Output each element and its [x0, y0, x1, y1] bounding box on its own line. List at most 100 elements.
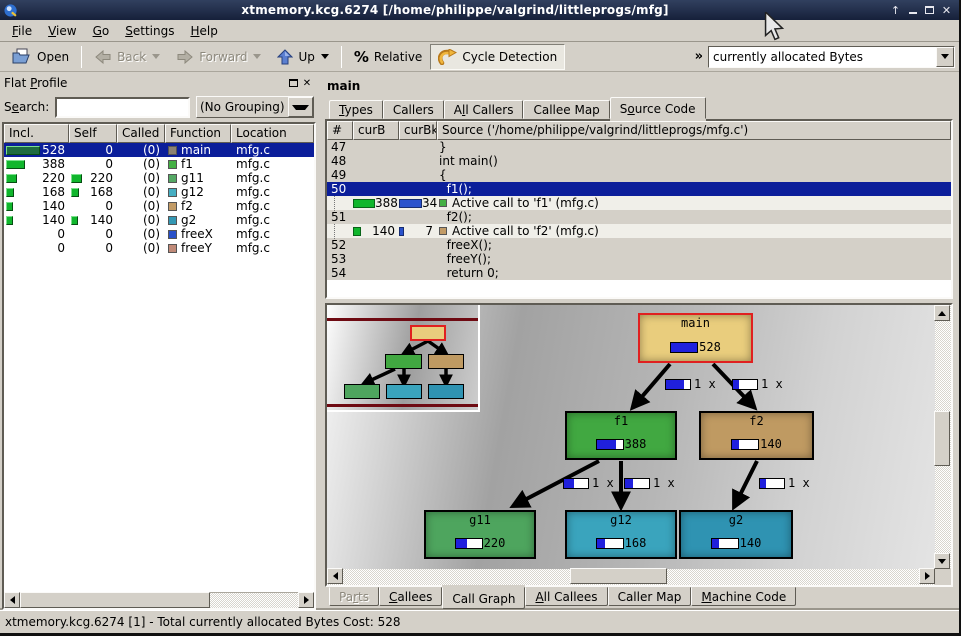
column-header-incl[interactable]: Incl. — [4, 124, 69, 143]
toolbar-overflow-chevron[interactable]: » — [690, 49, 708, 64]
graph-node-g12[interactable]: g12168 — [565, 510, 677, 559]
minimize-button[interactable] — [904, 3, 921, 18]
table-row-g11[interactable]: 220220(0)g11mfg.c — [4, 171, 314, 185]
combobox-arrow-icon[interactable] — [936, 47, 954, 67]
source-column-header[interactable]: curB — [353, 121, 399, 140]
called-value: (0) — [117, 213, 165, 227]
edge-count-text: 1 x — [592, 476, 614, 490]
tab-call-graph[interactable]: Call Graph — [442, 587, 525, 609]
function-color-swatch — [168, 244, 177, 253]
menu-settings[interactable]: Settings — [117, 22, 182, 40]
source-call-row[interactable]: 1407Active call to 'f2' (mfg.c) — [327, 224, 951, 238]
dock-float-button[interactable] — [286, 76, 300, 90]
menu-go[interactable]: Go — [85, 22, 118, 40]
graph-node-g11[interactable]: g11220 — [424, 510, 536, 559]
source-line-53[interactable]: 53 freeY(); — [327, 252, 951, 266]
scroll-down-icon[interactable] — [934, 553, 950, 569]
flat-profile-hscrollbar[interactable] — [4, 592, 314, 608]
event-type-combobox[interactable]: currently allocated Bytes — [708, 46, 955, 68]
tab-types[interactable]: Types — [329, 100, 383, 119]
tab-all-callers[interactable]: All Callers — [444, 100, 524, 119]
node-cost-value: 388 — [625, 437, 647, 451]
column-header-called[interactable]: Called — [117, 124, 165, 143]
table-row-freeX[interactable]: 00(0)freeXmfg.c — [4, 227, 314, 241]
tab-all-callees[interactable]: All Callees — [525, 587, 607, 606]
tab-callee-map[interactable]: Callee Map — [523, 100, 609, 119]
source-line-47[interactable]: 47} — [327, 140, 951, 154]
graph-node-f2[interactable]: f2140 — [699, 411, 814, 460]
menu-file[interactable]: File — [4, 22, 40, 40]
source-call-row[interactable]: 38834Active call to 'f1' (mfg.c) — [327, 196, 951, 210]
edge-cost-bar — [563, 478, 589, 489]
status-text: xtmemory.kcg.6274 [1] - Total currently … — [5, 615, 400, 629]
line-number: 47 — [327, 140, 353, 154]
scroll-right-icon[interactable] — [919, 568, 935, 584]
table-row-g12[interactable]: 168168(0)g12mfg.c — [4, 185, 314, 199]
maximize-button[interactable] — [921, 3, 938, 18]
table-row-f2[interactable]: 1400(0)f2mfg.c — [4, 199, 314, 213]
line-number: 48 — [327, 154, 353, 168]
function-name: f1 — [181, 157, 193, 171]
source-line-48[interactable]: 48int main() — [327, 154, 951, 168]
tab-machine-code[interactable]: Machine Code — [691, 587, 796, 606]
panel-splitter[interactable] — [318, 72, 325, 610]
menu-help[interactable]: Help — [182, 22, 225, 40]
scroll-left-icon[interactable] — [327, 568, 343, 584]
column-header-function[interactable]: Function — [165, 124, 231, 143]
graph-hscrollbar[interactable] — [327, 569, 935, 585]
graph-node-g2[interactable]: g2140 — [679, 510, 793, 559]
grouping-arrow-icon[interactable] — [288, 97, 313, 117]
source-column-header[interactable]: # — [327, 121, 353, 140]
curBk-value: 7 — [404, 224, 437, 238]
tab-callees[interactable]: Callees — [379, 587, 442, 606]
source-line-49[interactable]: 49{ — [327, 168, 951, 182]
graph-node-main[interactable]: main528 — [638, 313, 753, 363]
incl-value: 0 — [4, 227, 69, 241]
scroll-up-icon[interactable] — [934, 305, 950, 321]
keep-above-button[interactable]: ↑ — [887, 3, 904, 18]
source-column-header[interactable]: curBk — [399, 121, 437, 140]
table-row-f1[interactable]: 3880(0)f1mfg.c — [4, 157, 314, 171]
scroll-thumb[interactable] — [570, 568, 667, 584]
graph-overview-minimap[interactable] — [327, 305, 480, 412]
scroll-left-icon[interactable] — [4, 592, 20, 608]
called-value: (0) — [117, 157, 165, 171]
curB-value: 388 — [375, 196, 402, 210]
call-graph-canvas[interactable]: main528f1388f2140g11220g12168g2140 1 x1 … — [327, 305, 935, 569]
table-row-freeY[interactable]: 00(0)freeYmfg.c — [4, 241, 314, 255]
tab-callers[interactable]: Callers — [383, 100, 444, 119]
graph-node-f1[interactable]: f1388 — [565, 411, 677, 460]
tab-source-code[interactable]: Source Code — [610, 97, 706, 119]
function-color-swatch — [168, 230, 177, 239]
scroll-right-icon[interactable] — [298, 592, 314, 608]
column-header-location[interactable]: Location — [231, 124, 314, 143]
dock-close-button[interactable]: ✕ — [300, 76, 314, 90]
scroll-thumb[interactable] — [20, 592, 210, 608]
close-button[interactable]: ✕ — [938, 3, 955, 18]
tab-caller-map[interactable]: Caller Map — [608, 587, 692, 606]
self-value: 168 — [79, 185, 117, 199]
search-input[interactable] — [55, 97, 190, 118]
scroll-thumb[interactable] — [934, 411, 950, 466]
forward-button[interactable]: Forward — [168, 44, 269, 70]
graph-vscrollbar[interactable] — [935, 305, 951, 569]
back-button[interactable]: Back — [86, 44, 168, 70]
relative-button[interactable]: % Relative — [346, 44, 430, 70]
source-code-text: f2(); — [437, 210, 951, 224]
cycle-detection-button[interactable]: Cycle Detection — [430, 44, 565, 70]
source-line-51[interactable]: 51 f2(); — [327, 210, 951, 224]
source-line-54[interactable]: 54 return 0; — [327, 266, 951, 280]
up-button[interactable]: Up — [269, 44, 336, 70]
source-line-52[interactable]: 52 freeX(); — [327, 238, 951, 252]
title-bar[interactable]: xtmemory.kcg.6274 [/home/philippe/valgri… — [0, 0, 959, 20]
incl-value: 0 — [4, 241, 69, 255]
source-line-50[interactable]: 50 f1(); — [327, 182, 951, 196]
column-header-self[interactable]: Self — [69, 124, 117, 143]
source-column-header[interactable]: Source ('/home/philippe/valgrind/littlep… — [437, 121, 951, 140]
table-row-main[interactable]: 5280(0)mainmfg.c — [4, 143, 314, 157]
grouping-combobox[interactable]: (No Grouping) — [196, 96, 314, 118]
open-button[interactable]: Open — [4, 44, 77, 70]
menu-view[interactable]: View — [40, 22, 84, 40]
table-row-g2[interactable]: 140140(0)g2mfg.c — [4, 213, 314, 227]
called-value: (0) — [117, 143, 165, 157]
